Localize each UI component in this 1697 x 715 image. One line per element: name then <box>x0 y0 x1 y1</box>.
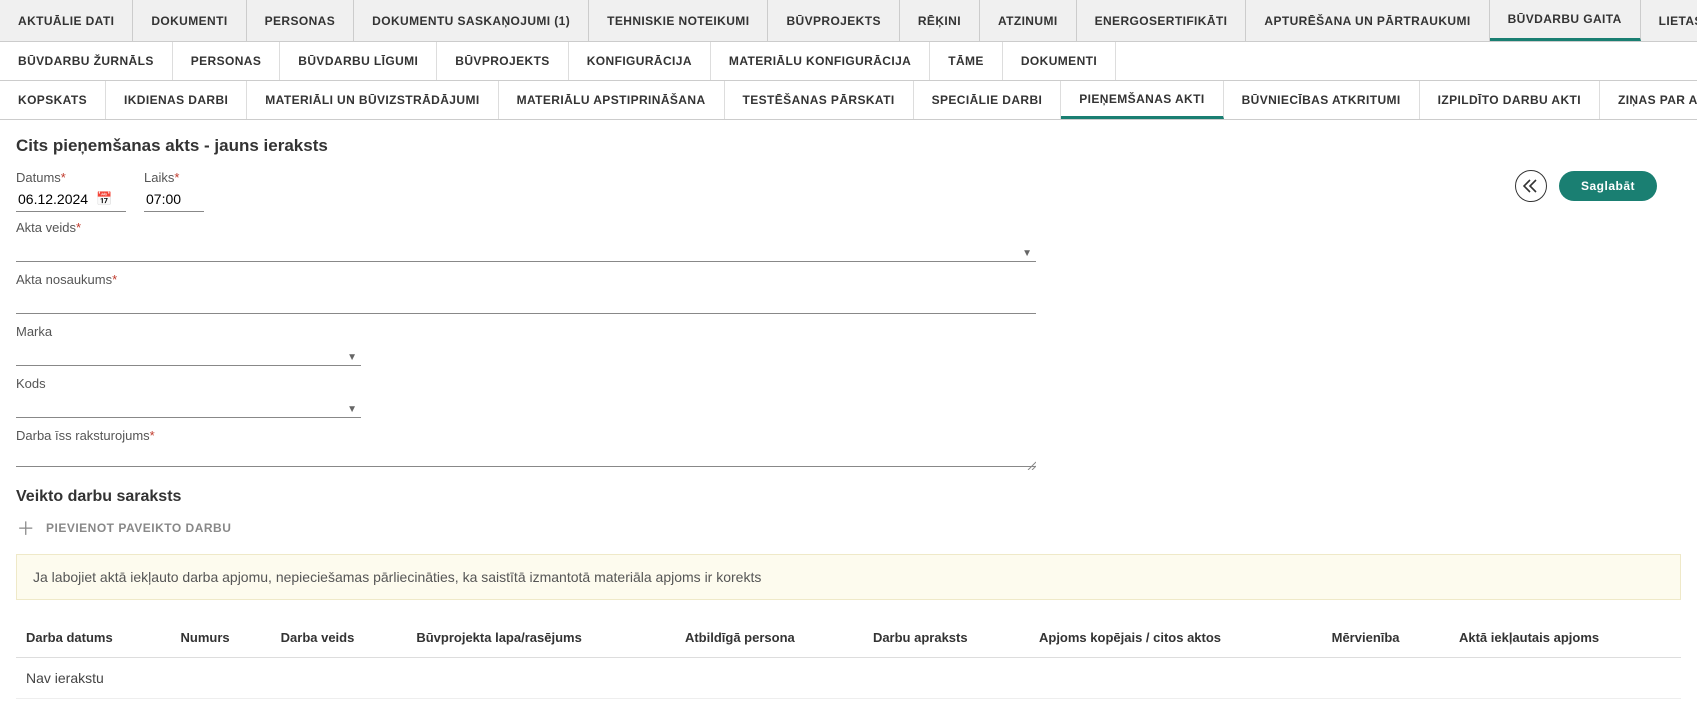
tab-l3-ikdienas[interactable]: Ikdienas darbi <box>106 81 247 119</box>
plus-icon: ＋ <box>16 518 36 538</box>
tab-l3-spec[interactable]: Speciālie darbi <box>914 81 1062 119</box>
tab-l1-personas[interactable]: Personas <box>247 0 355 41</box>
col-apjoms: Apjoms kopējais / citos aktos <box>1029 618 1322 658</box>
tab-l1-dokumenti[interactable]: Dokumenti <box>133 0 246 41</box>
date-label: Datums* <box>16 170 126 185</box>
tab-l2-ligumi[interactable]: Būvdarbu līgumi <box>280 42 437 80</box>
tabbar-level1: Aktuālie dati Dokumenti Personas Dokumen… <box>0 0 1697 42</box>
tabbar-level3: Kopskats Ikdienas darbi Materiāli un būv… <box>0 81 1697 120</box>
save-button[interactable]: Saglabāt <box>1559 171 1657 201</box>
tab-l2-personas[interactable]: Personas <box>173 42 281 80</box>
tab-l1-buvdarbu-gaita[interactable]: Būvdarbu gaita <box>1490 0 1641 41</box>
tab-l1-rekini[interactable]: Rēķini <box>900 0 980 41</box>
col-akta-apjoms: Aktā iekļautais apjoms <box>1449 618 1681 658</box>
tab-l3-kopskats[interactable]: Kopskats <box>0 81 106 119</box>
page-title: Cits pieņemšanas akts - jauns ieraksts <box>16 136 1681 156</box>
date-input-wrap[interactable]: 📅 <box>16 187 126 212</box>
table-empty-cell: Nav ierakstu <box>16 658 1681 699</box>
col-darba-datums: Darba datums <box>16 618 171 658</box>
tab-l2-buvprojekts[interactable]: Būvprojekts <box>437 42 568 80</box>
col-lapa: Būvprojekta lapa/rasējums <box>406 618 675 658</box>
tab-l2-konfig[interactable]: Konfigurācija <box>569 42 711 80</box>
time-input[interactable] <box>144 187 204 212</box>
table-header-row: Darba datums Numurs Darba veids Būvproje… <box>16 618 1681 658</box>
tab-l2-tame[interactable]: Tāme <box>930 42 1003 80</box>
marka-label: Marka <box>16 324 1681 339</box>
main-content: Cits pieņemšanas akts - jauns ieraksts D… <box>0 120 1697 715</box>
works-table: Darba datums Numurs Darba veids Būvproje… <box>16 618 1681 699</box>
akta-nosaukums-input[interactable] <box>16 289 1036 314</box>
tab-l2-dokumenti[interactable]: Dokumenti <box>1003 42 1116 80</box>
time-label: Laiks* <box>144 170 204 185</box>
tab-l1-saskanojumi[interactable]: Dokumentu saskaņojumi (1) <box>354 0 589 41</box>
tab-l1-buvprojekts[interactable]: Būvprojekts <box>768 0 899 41</box>
tab-l1-aktualie-dati[interactable]: Aktuālie dati <box>0 0 133 41</box>
tab-l1-atzinumi[interactable]: Atzinumi <box>980 0 1077 41</box>
tab-l3-izpildito[interactable]: Izpildīto darbu akti <box>1420 81 1600 119</box>
tab-l1-energosert[interactable]: Energosertifikāti <box>1077 0 1247 41</box>
akta-nosaukums-label: Akta nosaukums* <box>16 272 1681 287</box>
kods-select[interactable] <box>16 393 361 418</box>
apraksts-label: Darba īss raksturojums* <box>16 428 1681 443</box>
add-work-label: Pievienot paveikto darbu <box>46 521 231 535</box>
tab-l3-mat-apst[interactable]: Materiālu apstiprināšana <box>499 81 725 119</box>
tab-l3-avarijas[interactable]: Ziņas par avāriju <box>1600 81 1697 119</box>
tab-l1-lietas[interactable]: Lietas piln <box>1641 0 1697 41</box>
date-input[interactable] <box>16 187 96 211</box>
akta-veids-label: Akta veids* <box>16 220 1681 235</box>
col-persona: Atbildīgā persona <box>675 618 863 658</box>
tabbar-level2: Būvdarbu žurnāls Personas Būvdarbu līgum… <box>0 42 1697 81</box>
tab-l2-mat-konfig[interactable]: Materiālu konfigurācija <box>711 42 930 80</box>
tab-l3-test[interactable]: Testēšanas pārskati <box>725 81 914 119</box>
tab-l3-materiali[interactable]: Materiāli un būvizstrādājumi <box>247 81 498 119</box>
resize-handle-icon[interactable] <box>1026 460 1036 470</box>
table-empty-row: Nav ierakstu <box>16 658 1681 699</box>
col-mervieniba: Mērvienība <box>1322 618 1449 658</box>
tab-l3-pienemsanas[interactable]: Pieņemšanas akti <box>1061 81 1223 119</box>
kods-label: Kods <box>16 376 1681 391</box>
tab-l1-aptures[interactable]: Apturēšana un pārtraukumi <box>1246 0 1489 41</box>
col-numurs: Numurs <box>171 618 271 658</box>
add-work-button[interactable]: ＋ Pievienot paveikto darbu <box>16 512 231 544</box>
back-button[interactable] <box>1515 170 1547 202</box>
tab-l2-zurnals[interactable]: Būvdarbu žurnāls <box>0 42 173 80</box>
tab-l3-atkritumi[interactable]: Būvniecības atkritumi <box>1224 81 1420 119</box>
apraksts-textarea[interactable] <box>16 445 1036 467</box>
col-apraksts: Darbu apraksts <box>863 618 1029 658</box>
akta-veids-select[interactable] <box>16 237 1036 262</box>
works-section-title: Veikto darbu saraksts <box>16 488 1681 506</box>
calendar-icon[interactable]: 📅 <box>96 191 112 207</box>
double-chevron-left-icon <box>1523 179 1539 193</box>
tab-l1-tehniskie[interactable]: Tehniskie noteikumi <box>589 0 768 41</box>
col-darba-veids: Darba veids <box>271 618 407 658</box>
notice-box: Ja labojiet aktā iekļauto darba apjomu, … <box>16 554 1681 600</box>
marka-select[interactable] <box>16 341 361 366</box>
